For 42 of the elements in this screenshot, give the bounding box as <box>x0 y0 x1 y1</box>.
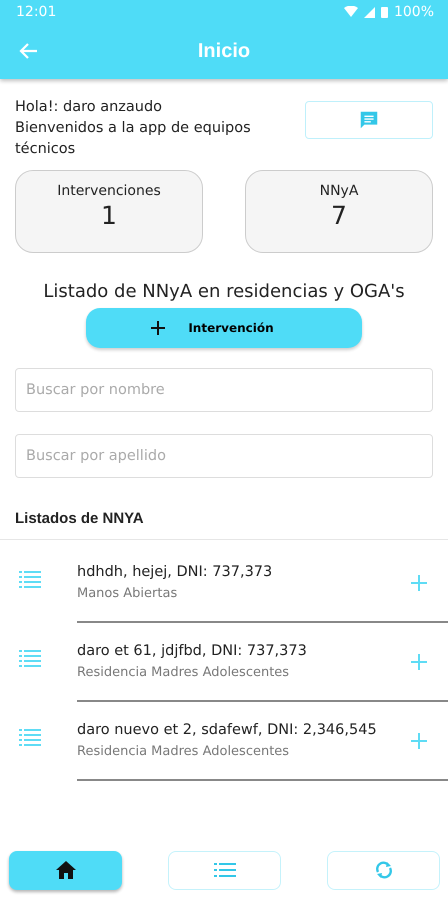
app-bar-title: Inicio <box>198 40 250 63</box>
list-item[interactable]: daro et 61, jdjfbd, DNI: 737,373 Residencia Madres Adolescentes <box>77 623 448 702</box>
home-tab[interactable] <box>9 850 122 890</box>
plus-icon[interactable] <box>410 574 428 592</box>
signal-icon <box>364 6 375 18</box>
status-time: 12:01 <box>16 4 56 20</box>
sync-icon <box>374 860 394 880</box>
list-item[interactable]: daro nuevo et 2, sdafewf, DNI: 2,346,545 Residencia Madres Adolescentes <box>77 702 448 781</box>
list-icon <box>19 649 41 667</box>
item-subtitle: Residencia Madres Adolescentes <box>77 744 290 759</box>
home-icon <box>54 860 76 880</box>
stat-label: NNyA <box>320 183 358 199</box>
stat-value: 1 <box>101 201 117 230</box>
sync-tab[interactable] <box>327 850 440 890</box>
item-title: daro et 61, jdjfbd, DNI: 737,373 <box>77 643 307 659</box>
stat-value: 7 <box>331 201 347 230</box>
message-icon <box>358 109 380 131</box>
welcome-text: Bienvenidos a la app de equipos técnicos <box>15 119 252 159</box>
list-tab[interactable] <box>168 850 281 890</box>
battery-percent: 100% <box>394 4 434 20</box>
message-button[interactable] <box>305 101 433 139</box>
plus-icon <box>150 320 166 336</box>
item-title: hdhdh, hejej, DNI: 737,373 <box>77 564 272 580</box>
item-title: daro nuevo et 2, sdafewf, DNI: 2,346,545 <box>77 722 377 738</box>
list-icon <box>214 862 236 878</box>
add-intervention-button[interactable]: Intervención <box>86 308 362 348</box>
section-title: Listado de NNyA en residencias y OGA's <box>42 281 406 302</box>
list-icon <box>19 728 41 746</box>
search-field[interactable]: Buscar por nombre <box>15 368 433 412</box>
greeting-text: Hola!: daro anzaudo <box>15 98 164 117</box>
list-icon <box>19 570 41 588</box>
list-title: Listados de NNYA <box>15 510 145 529</box>
back-arrow-icon[interactable] <box>18 42 38 60</box>
item-subtitle: Manos Abiertas <box>77 586 178 601</box>
plus-icon[interactable] <box>410 732 428 750</box>
stat-label: Intervenciones <box>57 183 161 199</box>
item-subtitle: Residencia Madres Adolescentes <box>77 665 290 680</box>
battery-icon <box>380 6 388 18</box>
list-item[interactable]: hdhdh, hejej, DNI: 737,373 Manos Abiertas <box>77 544 448 623</box>
wifi-icon <box>344 6 358 18</box>
search-field[interactable]: Buscar por apellido <box>15 434 433 478</box>
plus-icon[interactable] <box>410 652 428 670</box>
